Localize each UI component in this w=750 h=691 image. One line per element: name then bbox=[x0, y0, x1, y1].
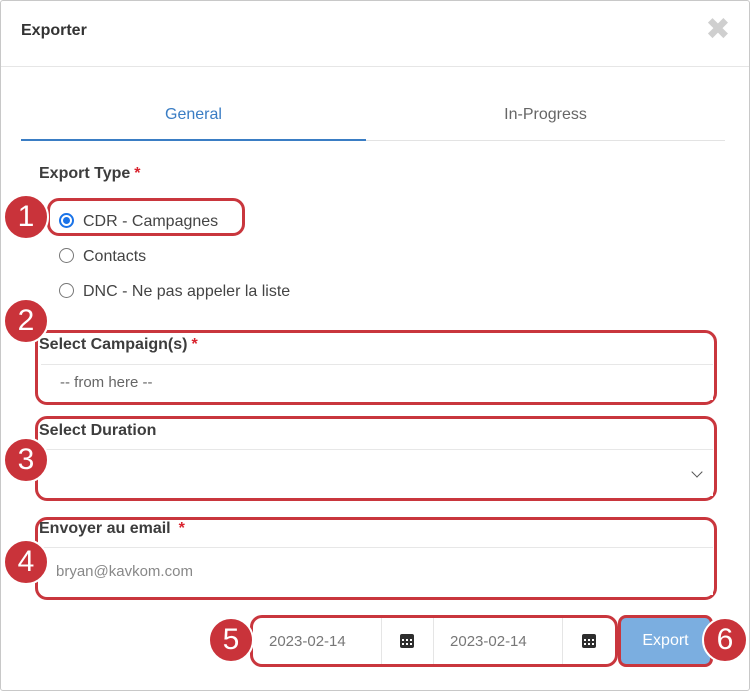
annotation-badge-3: 3 bbox=[3, 437, 49, 483]
export-type-label-text: Export Type bbox=[39, 165, 131, 182]
radio-dnc[interactable]: DNC - Ne pas appeler la liste bbox=[59, 279, 290, 301]
radio-button[interactable] bbox=[59, 282, 74, 298]
required-mark: * bbox=[134, 165, 141, 182]
email-label-text: Envoyer au email bbox=[39, 520, 171, 537]
annotation-badge-2: 2 bbox=[3, 298, 49, 344]
annotation-badge-1: 1 bbox=[3, 194, 49, 240]
annotation-badge-6: 6 bbox=[702, 617, 748, 663]
email-placeholder: bryan@kavkom.com bbox=[56, 563, 193, 580]
calendar-icon bbox=[581, 634, 596, 648]
end-date-input[interactable]: 2023-02-14 bbox=[434, 618, 563, 664]
duration-label: Select Duration bbox=[39, 422, 157, 439]
dialog-title: Exporter bbox=[21, 22, 87, 39]
dialog-header: Exporter ✖ bbox=[1, 1, 749, 67]
calendar-icon bbox=[400, 634, 415, 648]
radio-button[interactable] bbox=[59, 247, 74, 263]
tab-general[interactable]: General bbox=[21, 96, 366, 141]
annotation-badge-5: 5 bbox=[208, 617, 254, 663]
export-dialog: Exporter ✖ General In-Progress Export Ty… bbox=[0, 0, 750, 691]
annotation-badge-4: 4 bbox=[3, 539, 49, 585]
close-icon[interactable]: ✖ bbox=[705, 15, 731, 45]
chevron-down-icon bbox=[691, 466, 703, 478]
tab-bar: General In-Progress bbox=[21, 96, 725, 141]
start-calendar-button[interactable] bbox=[382, 618, 435, 664]
start-date-input[interactable]: 2023-02-14 bbox=[253, 618, 382, 664]
highlight-box-1 bbox=[47, 198, 245, 236]
email-field[interactable]: bryan@kavkom.com bbox=[41, 547, 713, 595]
tab-in-progress[interactable]: In-Progress bbox=[366, 96, 725, 140]
campaign-label-text: Select Campaign(s) bbox=[39, 336, 188, 353]
end-calendar-button[interactable] bbox=[563, 618, 615, 664]
export-type-label: Export Type * bbox=[39, 165, 141, 183]
email-label: Envoyer au email * bbox=[39, 520, 185, 538]
required-mark: * bbox=[178, 520, 185, 537]
radio-contacts[interactable]: Contacts bbox=[59, 244, 146, 266]
required-mark: * bbox=[191, 336, 198, 353]
radio-label: Contacts bbox=[83, 248, 147, 265]
campaign-placeholder: -- from here -- bbox=[60, 374, 153, 391]
campaign-label: Select Campaign(s) * bbox=[39, 336, 198, 354]
duration-select[interactable] bbox=[41, 449, 713, 496]
campaign-select[interactable]: -- from here -- bbox=[41, 364, 713, 400]
radio-label: DNC - Ne pas appeler la liste bbox=[83, 283, 291, 300]
export-button[interactable]: Export bbox=[618, 615, 713, 667]
date-range: 2023-02-14 2023-02-14 bbox=[250, 615, 618, 667]
